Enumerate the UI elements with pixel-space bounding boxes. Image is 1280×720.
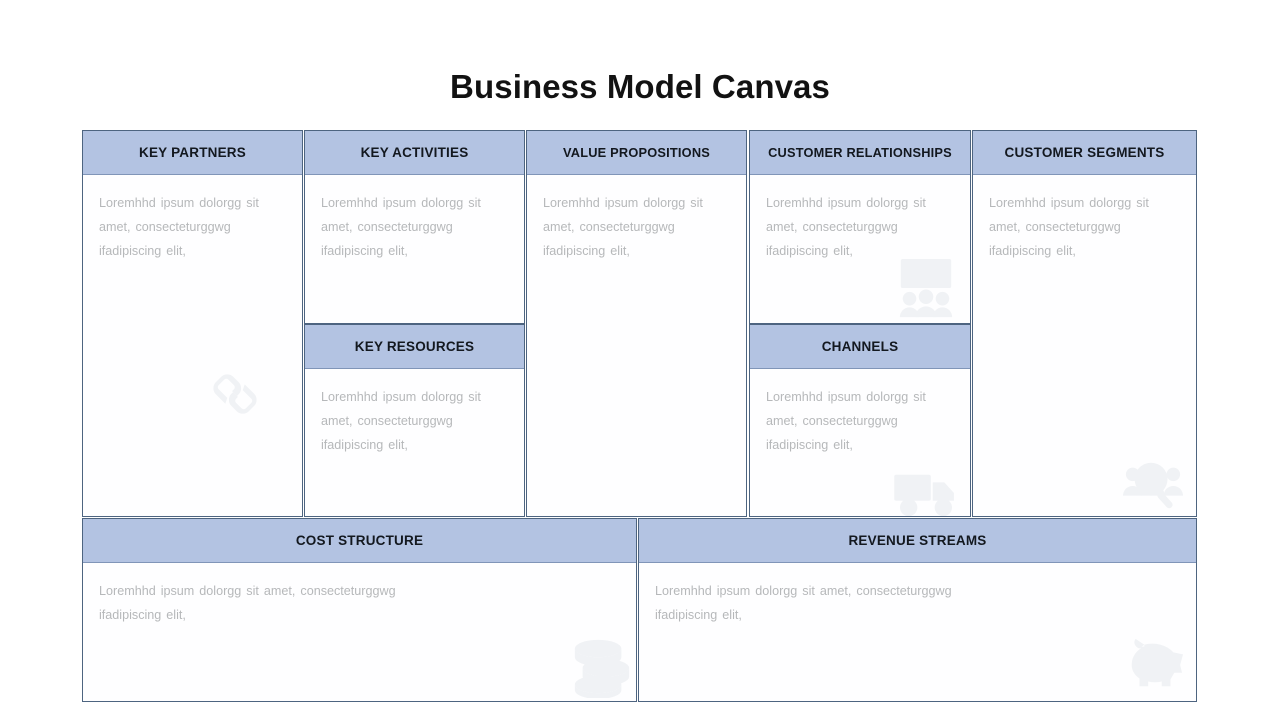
block-title-value-propositions: VALUE PROPOSITIONS [527, 131, 746, 175]
block-body-key-activities: Loremhhd ipsum dolorgg sit amet, consect… [305, 175, 524, 323]
block-key-activities[interactable]: KEY ACTIVITIES Loremhhd ipsum dolorgg si… [304, 130, 525, 324]
block-customer-segments[interactable]: CUSTOMER SEGMENTS Loremhhd ipsum dolorgg… [972, 130, 1197, 517]
block-body-value-propositions: Loremhhd ipsum dolorgg sit amet, consect… [527, 175, 746, 516]
chain-link-icon [204, 363, 266, 425]
block-title-key-activities: KEY ACTIVITIES [305, 131, 524, 175]
block-body-key-resources: Loremhhd ipsum dolorgg sit amet, consect… [305, 369, 524, 516]
block-text-key-activities: Loremhhd ipsum dolorgg sit amet, consect… [321, 196, 481, 258]
block-text-customer-relationships: Loremhhd ipsum dolorgg sit amet, consect… [766, 196, 926, 258]
block-text-customer-segments: Loremhhd ipsum dolorgg sit amet, consect… [989, 196, 1149, 258]
page-title: Business Model Canvas [450, 68, 830, 105]
block-title-customer-relationships: CUSTOMER RELATIONSHIPS [750, 131, 970, 175]
presentation-audience-icon [895, 257, 957, 319]
block-body-customer-segments: Loremhhd ipsum dolorgg sit amet, consect… [973, 175, 1196, 516]
block-cost-structure[interactable]: COST STRUCTURE Loremhhd ipsum dolorgg si… [82, 518, 637, 702]
stacked-coins-icon [567, 636, 636, 698]
delivery-truck-icon [892, 467, 960, 516]
block-text-cost-structure: Loremhhd ipsum dolorgg sit amet, consect… [99, 584, 396, 622]
block-body-revenue-streams: Loremhhd ipsum dolorgg sit amet, consect… [639, 563, 1196, 701]
block-title-revenue-streams: REVENUE STREAMS [639, 519, 1196, 563]
open-box-icon [746, 455, 747, 517]
block-title-key-resources: KEY RESOURCES [305, 325, 524, 369]
block-body-channels: Loremhhd ipsum dolorgg sit amet, consect… [750, 369, 970, 516]
block-text-value-propositions: Loremhhd ipsum dolorgg sit amet, consect… [543, 196, 703, 258]
block-text-channels: Loremhhd ipsum dolorgg sit amet, consect… [766, 390, 926, 452]
block-key-partners[interactable]: KEY PARTNERS Loremhhd ipsum dolorgg sit … [82, 130, 303, 517]
business-model-canvas-slide: Business Model Canvas KEY PARTNERS Lorem… [0, 0, 1280, 720]
block-title-customer-segments: CUSTOMER SEGMENTS [973, 131, 1196, 175]
block-value-propositions[interactable]: VALUE PROPOSITIONS Loremhhd ipsum dolorg… [526, 130, 747, 517]
canvas-grid: KEY PARTNERS Loremhhd ipsum dolorgg sit … [82, 130, 1197, 702]
block-customer-relationships[interactable]: CUSTOMER RELATIONSHIPS Loremhhd ipsum do… [749, 130, 971, 324]
magnifier-people-icon [1121, 455, 1185, 515]
block-text-key-partners: Loremhhd ipsum dolorgg sit amet, consect… [99, 196, 259, 258]
block-body-cost-structure: Loremhhd ipsum dolorgg sit amet, consect… [83, 563, 636, 701]
block-channels[interactable]: CHANNELS Loremhhd ipsum dolorgg sit amet… [749, 324, 971, 517]
block-title-channels: CHANNELS [750, 325, 970, 369]
block-body-key-partners: Loremhhd ipsum dolorgg sit amet, consect… [83, 175, 302, 516]
block-revenue-streams[interactable]: REVENUE STREAMS Loremhhd ipsum dolorgg s… [638, 518, 1197, 702]
block-title-cost-structure: COST STRUCTURE [83, 519, 636, 563]
block-text-revenue-streams: Loremhhd ipsum dolorgg sit amet, consect… [655, 584, 952, 622]
block-title-key-partners: KEY PARTNERS [83, 131, 302, 175]
block-key-resources[interactable]: KEY RESOURCES Loremhhd ipsum dolorgg sit… [304, 324, 525, 517]
piggy-bank-icon [1119, 635, 1189, 695]
block-text-key-resources: Loremhhd ipsum dolorgg sit amet, consect… [321, 390, 481, 452]
block-body-customer-relationships: Loremhhd ipsum dolorgg sit amet, consect… [750, 175, 970, 323]
